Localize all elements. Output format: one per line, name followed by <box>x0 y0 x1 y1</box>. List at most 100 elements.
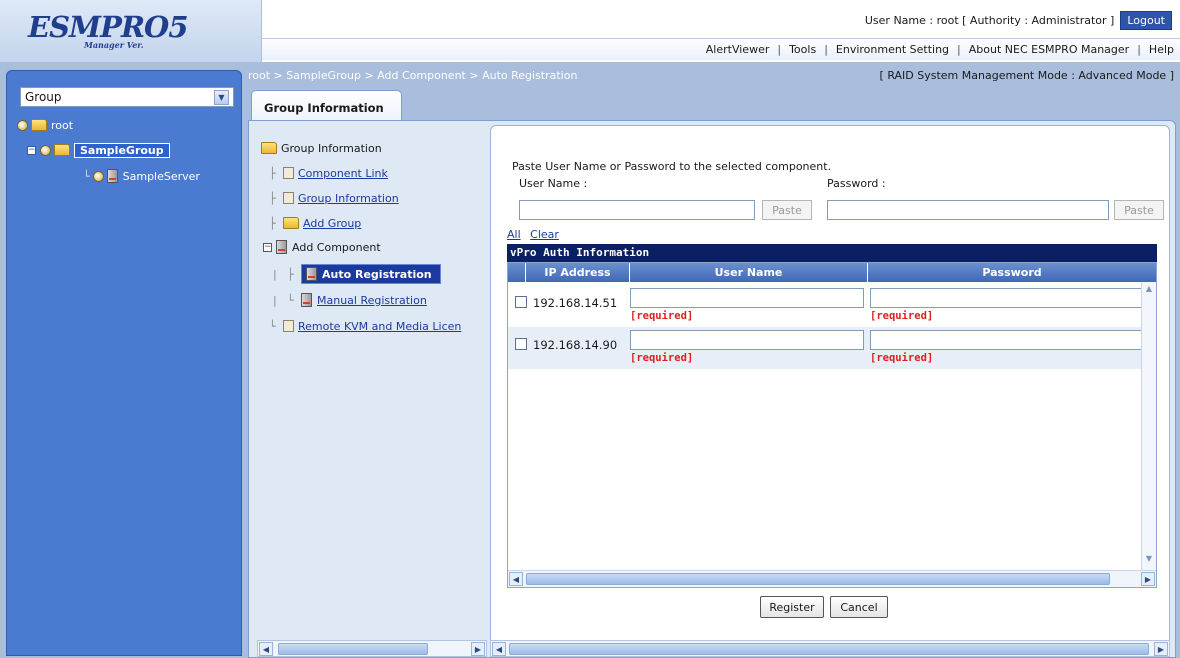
row-password-input[interactable] <box>870 330 1144 350</box>
group-select[interactable]: Group ▼ <box>20 87 234 107</box>
tree-item-root[interactable]: root <box>17 116 73 134</box>
globe-icon <box>17 119 28 131</box>
row-user-name-input[interactable] <box>630 288 864 308</box>
scroll-thumb[interactable] <box>509 643 1149 655</box>
row-user-name-input[interactable] <box>630 330 864 350</box>
tree-label-samplegroup: SampleGroup <box>74 142 170 158</box>
grid-header-password: Password <box>868 263 1156 282</box>
chevron-down-icon[interactable]: ▼ <box>214 89 229 105</box>
select-all-link[interactable]: All <box>507 228 521 241</box>
logo-area: ESMPRO5 Manager Ver. <box>0 0 262 62</box>
vpro-auth-grid: IP Address User Name Password 192.168.14… <box>507 262 1157 588</box>
menu-about[interactable]: About NEC ESMPRO Manager <box>969 43 1129 56</box>
auto-registration-panel: Paste User Name or Password to the selec… <box>490 125 1170 655</box>
server-icon <box>301 293 312 307</box>
vpro-auth-title: vPro Auth Information <box>507 244 1157 262</box>
scroll-right-icon[interactable]: ▶ <box>1141 572 1155 586</box>
menu-help[interactable]: Help <box>1149 43 1174 56</box>
row-ip-address: 192.168.14.90 <box>533 338 618 352</box>
logout-button[interactable]: Logout <box>1120 10 1172 30</box>
tree-item-samplegroup[interactable]: − SampleGroup <box>27 141 170 159</box>
nav-item-component-link[interactable]: ├ Component Link <box>269 164 388 182</box>
password-label: Password : <box>827 177 886 190</box>
folder-icon <box>54 144 70 156</box>
user-info-text: User Name : root [ Authority : Administr… <box>864 13 1115 27</box>
group-select-value: Group <box>25 90 62 104</box>
tab-group-information[interactable]: Group Information <box>251 90 402 120</box>
menu-environment-setting[interactable]: Environment Setting <box>836 43 949 56</box>
breadcrumb-bar: root > SampleGroup > Add Component > Aut… <box>248 66 1180 84</box>
tree-item-sampleserver[interactable]: └ SampleServer <box>83 167 200 185</box>
nav-title: Group Information <box>261 139 382 157</box>
select-links: All Clear <box>507 228 565 241</box>
menu-alertviewer[interactable]: AlertViewer <box>706 43 770 56</box>
tree-label-root: root <box>51 118 74 132</box>
row-user-name-required: [required] <box>630 310 694 322</box>
grid-header-user-name: User Name <box>630 263 868 282</box>
bulk-user-name-input[interactable] <box>519 200 755 220</box>
paste-password-button[interactable]: Paste <box>1114 200 1164 220</box>
app-logo: ESMPRO5 <box>28 10 188 44</box>
menu-tools[interactable]: Tools <box>789 43 816 56</box>
main-horizontal-scrollbar[interactable]: ◀ ▶ <box>490 640 1170 657</box>
grid-header-select <box>508 263 526 282</box>
scroll-left-icon[interactable]: ◀ <box>492 642 506 656</box>
app-header: ESMPRO5 Manager Ver. User Name : root [ … <box>0 0 1180 62</box>
nav-item-group-information[interactable]: ├ Group Information <box>269 189 399 207</box>
scroll-thumb[interactable] <box>526 573 1110 585</box>
nav-item-add-group[interactable]: ├ Add Group <box>269 214 361 232</box>
globe-icon <box>92 170 104 182</box>
left-sidebar: Group ▼ root − SampleGroup └ SampleServe… <box>6 70 242 656</box>
row-password-input[interactable] <box>870 288 1144 308</box>
globe-icon <box>40 144 51 156</box>
nav-item-add-component[interactable]: − Add Component <box>263 238 381 256</box>
tree-label-sampleserver: SampleServer <box>122 169 200 183</box>
row-checkbox[interactable] <box>515 338 527 350</box>
server-icon <box>106 169 118 183</box>
document-icon <box>283 320 294 332</box>
row-password-required: [required] <box>870 310 934 322</box>
scroll-left-icon[interactable]: ◀ <box>259 642 273 656</box>
user-info-bar: User Name : root [ Authority : Administr… <box>865 10 1172 30</box>
breadcrumb: root > SampleGroup > Add Component > Aut… <box>248 68 578 82</box>
scroll-down-icon[interactable]: ▼ <box>1143 554 1155 568</box>
collapse-icon[interactable]: − <box>27 145 36 155</box>
row-checkbox[interactable] <box>515 296 527 308</box>
folder-icon <box>31 119 47 131</box>
scroll-right-icon[interactable]: ▶ <box>471 642 485 656</box>
scroll-up-icon[interactable]: ▲ <box>1143 284 1155 298</box>
content-area: Group Information ├ Component Link ├ Gro… <box>248 120 1176 658</box>
collapse-icon[interactable]: − <box>263 242 272 252</box>
nav-tree: Group Information ├ Component Link ├ Gro… <box>255 123 487 633</box>
table-row: 192.168.14.90 [required] [required] <box>508 327 1144 369</box>
cancel-button[interactable]: Cancel <box>830 596 888 618</box>
body-frame: Group ▼ root − SampleGroup └ SampleServe… <box>0 62 1180 658</box>
row-password-required: [required] <box>870 352 934 364</box>
scroll-left-icon[interactable]: ◀ <box>509 572 523 586</box>
user-name-label: User Name : <box>519 177 588 190</box>
document-icon <box>283 167 294 179</box>
header-right: User Name : root [ Authority : Administr… <box>262 0 1180 62</box>
grid-header-ip: IP Address <box>526 263 630 282</box>
row-user-name-required: [required] <box>630 352 694 364</box>
folder-icon <box>261 142 277 154</box>
scroll-right-icon[interactable]: ▶ <box>1154 642 1168 656</box>
table-row: 192.168.14.51 [required] [required] <box>508 285 1144 327</box>
bulk-password-input[interactable] <box>827 200 1109 220</box>
register-button[interactable]: Register <box>760 596 824 618</box>
server-icon <box>276 240 287 254</box>
nav-item-manual-registration[interactable]: | └ Manual Registration <box>273 291 427 309</box>
clear-selection-link[interactable]: Clear <box>530 228 559 241</box>
nav-auto-registration-selected[interactable]: Auto Registration <box>301 264 441 284</box>
nav-item-auto-registration[interactable]: | ├ Auto Registration <box>273 264 441 284</box>
nav-horizontal-scrollbar[interactable]: ◀ ▶ <box>257 640 487 657</box>
grid-vertical-scrollbar[interactable]: ▲ ▼ <box>1141 282 1156 570</box>
top-menu-bar: AlertViewer | Tools | Environment Settin… <box>262 38 1180 60</box>
paste-user-name-button[interactable]: Paste <box>762 200 812 220</box>
row-ip-address: 192.168.14.51 <box>533 296 618 310</box>
grid-horizontal-scrollbar[interactable]: ◀ ▶ <box>508 570 1156 587</box>
nav-item-remote-kvm[interactable]: └ Remote KVM and Media Licen <box>269 317 461 335</box>
folder-icon <box>283 217 299 229</box>
paste-instruction: Paste User Name or Password to the selec… <box>512 160 832 173</box>
scroll-thumb[interactable] <box>278 643 428 655</box>
